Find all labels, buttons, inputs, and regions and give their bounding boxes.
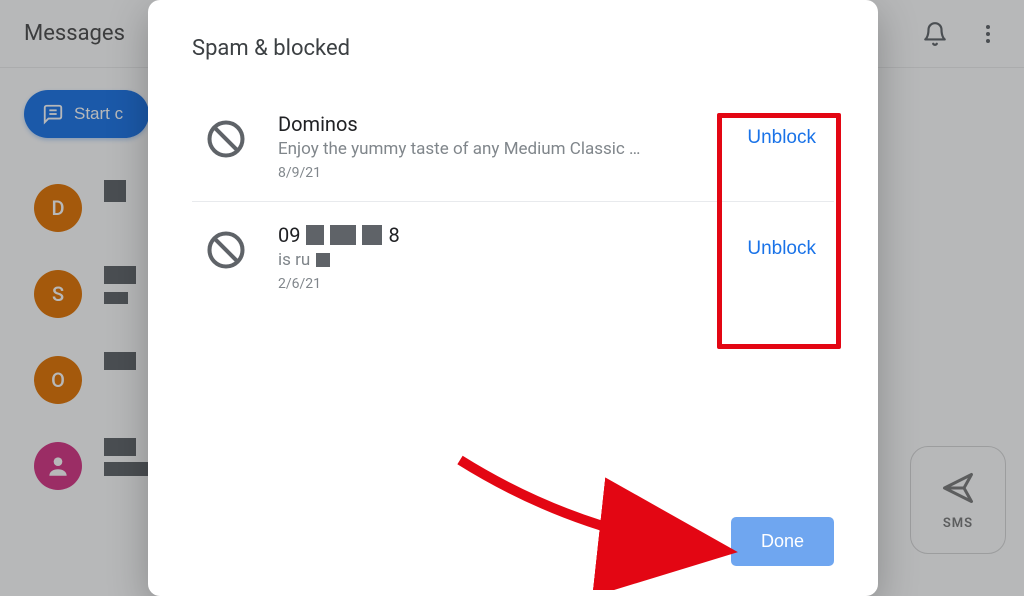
redaction-block <box>316 253 330 267</box>
redaction-block <box>306 225 324 245</box>
blocked-sender: 09 8 <box>278 222 699 248</box>
block-icon <box>204 117 248 161</box>
unblock-button[interactable]: Unblock <box>729 119 834 157</box>
blocked-row: 09 8 is ru 2/6/21 Unblock <box>192 202 834 312</box>
blocked-list: Dominos Enjoy the yummy taste of any Med… <box>192 105 834 312</box>
redaction-block <box>330 225 356 245</box>
blocked-sender: Dominos <box>278 111 699 137</box>
dialog-title: Spam & blocked <box>192 36 834 61</box>
blocked-preview: is ru <box>278 250 699 270</box>
redaction-block <box>362 225 382 245</box>
blocked-preview: Enjoy the yummy taste of any Medium Clas… <box>278 139 699 159</box>
blocked-date: 8/9/21 <box>278 165 699 181</box>
blocked-row: Dominos Enjoy the yummy taste of any Med… <box>192 105 834 201</box>
done-button[interactable]: Done <box>731 517 834 566</box>
spam-blocked-dialog: Spam & blocked Dominos Enjoy the yummy t… <box>148 0 878 596</box>
unblock-button[interactable]: Unblock <box>729 230 834 268</box>
blocked-date: 2/6/21 <box>278 276 699 292</box>
block-icon <box>204 228 248 272</box>
